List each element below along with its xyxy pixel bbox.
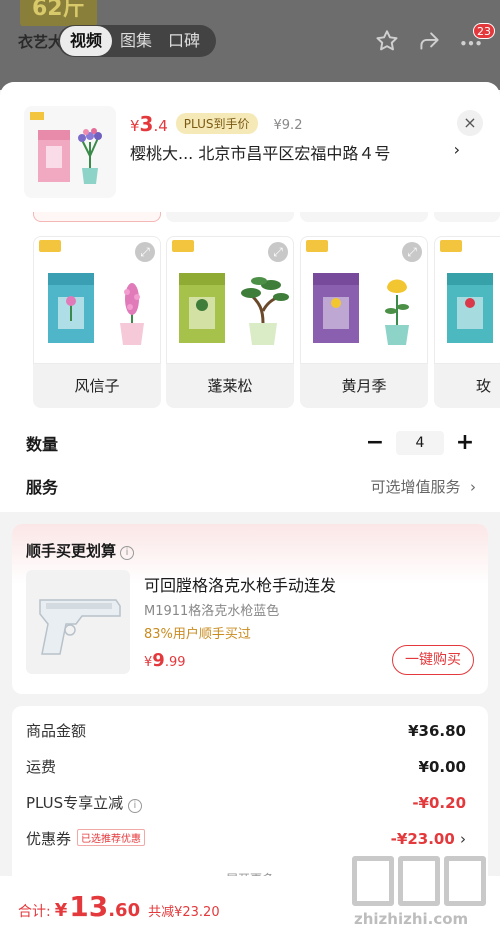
shop-name: 衣艺大: [18, 33, 64, 51]
service-value: 可选增值服务 ›: [370, 477, 476, 496]
purchase-sheet: ¥3.4 PLUS到手价 ¥9.2 樱桃大... 北京市昌平区宏福中路４号 › …: [0, 82, 500, 938]
upsell-buy-rate: 83%用户顺手买过: [144, 627, 251, 642]
zoom-icon[interactable]: ⤢: [135, 242, 155, 262]
quantity-stepper: − 4 +: [364, 430, 476, 455]
variant-card-yellow-rose[interactable]: ⤢ 黄月季: [300, 236, 428, 408]
coupon-tag: 已选推荐优惠: [77, 829, 146, 846]
weight-badge: 62斤: [20, 0, 97, 26]
chevron-right-icon: ›: [460, 829, 466, 848]
info-icon[interactable]: i: [120, 546, 135, 560]
upsell-product-variant: M1911格洛克水枪蓝色: [144, 604, 280, 619]
variant-card-rose[interactable]: 玫: [434, 236, 500, 408]
favorite-star-icon[interactable]: [374, 28, 400, 54]
upsell-card: 顺手买更划算 i 可回膛格洛克水枪手动连发 M1911格洛克水枪蓝色 83%用户顺…: [12, 524, 488, 694]
size-corner-tag: [172, 240, 194, 252]
variant-label: 蓬莱松: [207, 377, 253, 395]
summary-row-coupon[interactable]: 优惠券 已选推荐优惠 -¥23.00 ›: [26, 828, 466, 849]
one-click-buy-button[interactable]: 一键购买: [392, 645, 474, 675]
watermark-logo: zhizhizhi.com: [352, 856, 492, 936]
info-icon[interactable]: i: [127, 799, 142, 813]
service-row[interactable]: 服务 可选增值服务 ›: [26, 474, 476, 498]
product-page-header: 62斤 衣艺大 视频 图集 口碑 23: [0, 0, 500, 90]
variant-label: 黄月季: [341, 377, 387, 395]
increment-button[interactable]: +: [454, 430, 476, 455]
message-count-badge: 23: [473, 23, 495, 39]
upsell-product-image[interactable]: [26, 570, 130, 674]
tab-reviews[interactable]: 口碑: [160, 26, 208, 56]
chevron-right-icon: ›: [470, 477, 476, 496]
watermark-url: zhizhizhi.com: [354, 910, 469, 928]
service-label: 服务: [26, 478, 59, 497]
media-tabs: 视频 图集 口碑: [58, 25, 216, 57]
close-button[interactable]: ×: [457, 110, 483, 136]
price-current: ¥3.4: [130, 112, 168, 136]
decrement-button[interactable]: −: [364, 430, 386, 455]
total-savings: 共减¥23.20: [148, 905, 220, 920]
size-corner-tag: [306, 240, 328, 252]
size-corner-tag: [39, 240, 61, 252]
upsell-price: ¥9.99: [144, 650, 186, 671]
zoom-icon[interactable]: ⤢: [268, 242, 288, 262]
upsell-title: 顺手买更划算 i: [26, 540, 135, 561]
variant-card-bonsai[interactable]: ⤢ 蓬莱松: [166, 236, 294, 408]
order-total: 合计: ¥ 13.60 共减¥23.20: [18, 890, 220, 923]
quantity-row: 数量 − 4 +: [26, 430, 476, 455]
variant-card-hyacinth[interactable]: ⤢ 风信子: [33, 236, 161, 408]
address-text: 樱桃大... 北京市昌平区宏福中路４号: [130, 144, 391, 163]
product-thumbnail[interactable]: [24, 106, 116, 198]
price-row: ¥3.4 PLUS到手价 ¥9.2: [130, 112, 302, 137]
chevron-right-icon: ›: [453, 140, 460, 159]
summary-row-goods: 商品金额 ¥36.80: [26, 721, 466, 741]
sheet-header: ¥3.4 PLUS到手价 ¥9.2 樱桃大... 北京市昌平区宏福中路４号 › …: [0, 82, 500, 212]
variant-label: 玫: [476, 377, 492, 395]
variant-image: [434, 236, 500, 364]
variant-panel: ⤢ 风信子 ⤢ 蓬莱松 ⤢ 黄月季 玫 数量 − 4 + 服务 可选增值服务 ›: [0, 206, 500, 512]
upsell-product-name[interactable]: 可回膛格洛克水枪手动连发: [144, 572, 336, 596]
plus-price-tag: PLUS到手价: [175, 113, 258, 134]
share-icon[interactable]: [416, 28, 442, 54]
variant-label: 风信子: [74, 377, 120, 395]
summary-row-shipping: 运费 ¥0.00: [26, 757, 466, 777]
quantity-label: 数量: [26, 434, 59, 454]
summary-row-plus-discount: PLUS专享立减 i -¥0.20: [26, 793, 466, 813]
address-selector[interactable]: 樱桃大... 北京市昌平区宏福中路４号 ›: [130, 140, 460, 164]
zoom-icon[interactable]: ⤢: [402, 242, 422, 262]
quantity-input[interactable]: 4: [396, 430, 444, 455]
original-price: ¥9.2: [273, 118, 303, 133]
tab-gallery[interactable]: 图集: [112, 26, 160, 56]
size-corner-tag: [440, 240, 462, 252]
tab-video[interactable]: 视频: [60, 26, 113, 56]
